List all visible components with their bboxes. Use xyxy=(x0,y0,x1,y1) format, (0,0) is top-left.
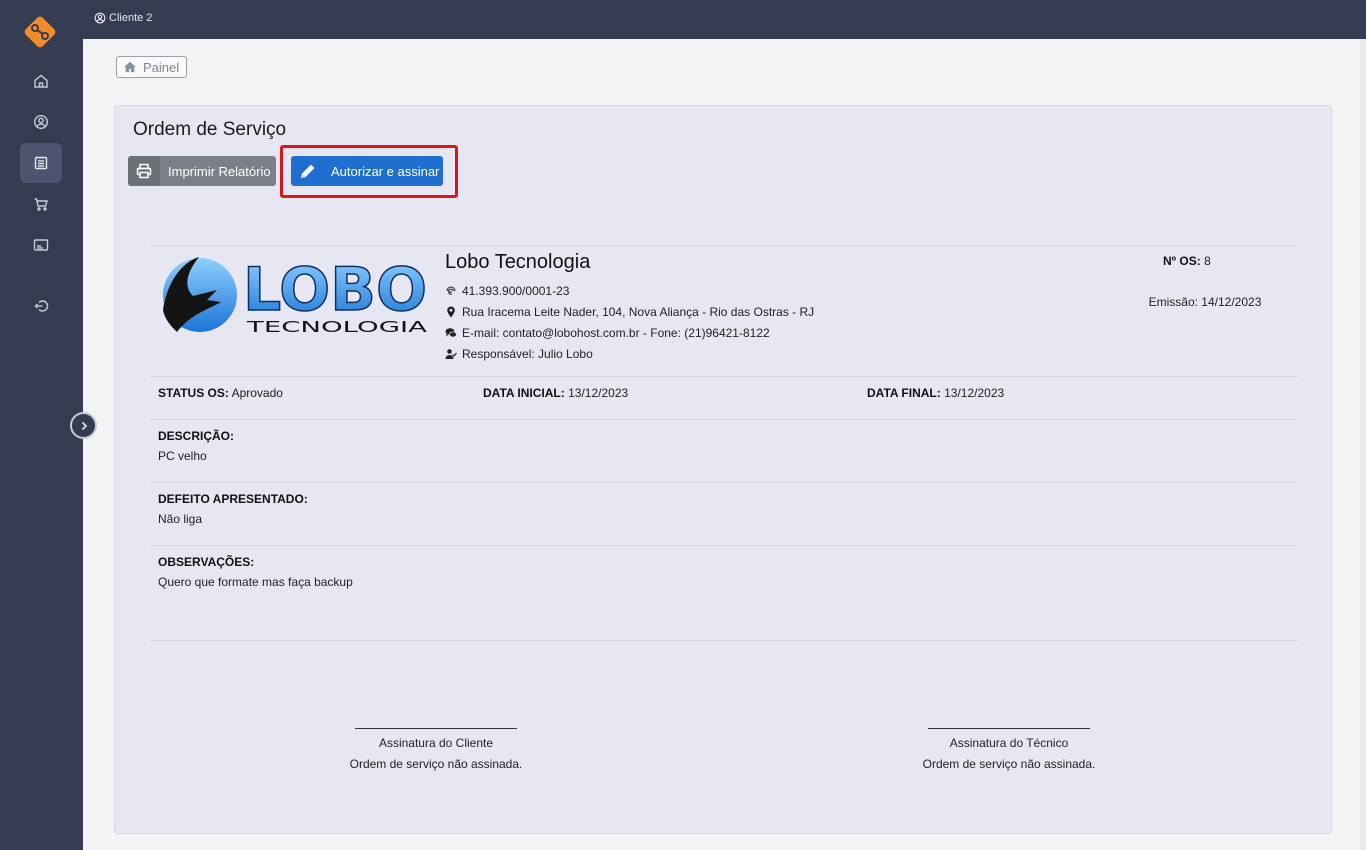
os-start-date: DATA INICIAL: 13/12/2023 xyxy=(483,386,629,400)
defect-value: Não liga xyxy=(158,512,203,526)
client-signature: Assinatura do Cliente Ordem de serviço n… xyxy=(336,728,536,778)
description-label: DESCRIÇÃO: xyxy=(158,429,235,443)
tech-signature: Assinatura do Técnico Ordem de serviço n… xyxy=(909,728,1109,778)
divider xyxy=(150,482,1297,483)
company-logo: LOBO TECNOLOGIA xyxy=(163,254,428,334)
defect-label: DEFEITO APRESENTADO: xyxy=(158,492,308,506)
description-section: DESCRIÇÃO: PC velho xyxy=(158,429,234,463)
os-emission: Emissão: 14/12/2023 xyxy=(1148,295,1262,309)
sidebar-toggle-button[interactable] xyxy=(70,412,97,439)
home-icon xyxy=(124,61,136,73)
os-number-block: Nº OS: 8 Emissão: 14/12/2023 xyxy=(1135,254,1275,309)
client-signature-status: Ordem de serviço não assinada. xyxy=(349,757,523,771)
user-circle-icon xyxy=(94,12,106,24)
id-card-icon xyxy=(33,239,49,251)
user-menu[interactable]: Cliente 2 xyxy=(94,12,152,24)
notes-section: OBSERVAÇÕES: Quero que formate mas faça … xyxy=(158,555,353,589)
home-icon xyxy=(34,74,48,88)
defect-section: DEFEITO APRESENTADO: Não liga xyxy=(158,492,308,526)
page-scrollbar[interactable] xyxy=(1360,39,1366,850)
user-name: Cliente 2 xyxy=(109,12,153,24)
service-order-card: Ordem de Serviço Imprimir Relatório Auto… xyxy=(114,105,1332,834)
nav-profile[interactable] xyxy=(20,102,62,142)
user-circle-icon xyxy=(33,114,49,130)
nav-orders[interactable] xyxy=(20,143,62,183)
signature-line xyxy=(355,728,517,729)
company-contact: E-mail: contato@lobohost.com.br - Fone: … xyxy=(445,322,814,343)
nav-logout[interactable] xyxy=(20,286,62,326)
os-status: STATUS OS: Aprovado xyxy=(158,386,283,400)
print-report-label: Imprimir Relatório xyxy=(168,163,271,179)
breadcrumb-label: Painel xyxy=(143,59,180,75)
logo-sub-text: TECNOLOGIA xyxy=(245,318,428,334)
nav-home[interactable] xyxy=(20,61,62,101)
print-report-button[interactable]: Imprimir Relatório xyxy=(128,156,276,186)
nav-cart[interactable] xyxy=(20,184,62,224)
printer-icon xyxy=(128,156,160,186)
description-value: PC velho xyxy=(158,449,207,463)
user-check-icon xyxy=(445,348,457,359)
topbar: Cliente 2 xyxy=(83,0,1366,39)
company-address: Rua Iracema Leite Nader, 104, Nova Alian… xyxy=(445,301,814,322)
company-name: Lobo Tecnologia xyxy=(445,251,591,273)
app-logo-icon[interactable] xyxy=(23,15,57,49)
notes-label: OBSERVAÇÕES: xyxy=(158,555,255,569)
breadcrumb[interactable]: Painel xyxy=(116,56,188,78)
tech-signature-label: Assinatura do Técnico xyxy=(949,736,1069,750)
divider xyxy=(150,419,1297,420)
pencil-icon xyxy=(291,156,325,186)
company-cnpj: 41.393.900/0001-23 xyxy=(445,280,814,301)
logo-main-text: LOBO xyxy=(243,255,427,325)
divider xyxy=(150,640,1297,641)
authorize-sign-button[interactable]: Autorizar e assinar xyxy=(291,156,443,186)
divider xyxy=(150,545,1297,546)
company-responsible: Responsável: Julio Lobo xyxy=(445,343,814,364)
company-info: Lobo Tecnologia 41.393.900/0001-23 Rua I… xyxy=(445,251,814,364)
client-signature-label: Assinatura do Cliente xyxy=(378,736,494,750)
logout-icon xyxy=(34,300,49,312)
notes-value: Quero que formate mas faça backup xyxy=(158,575,353,589)
os-end-date: DATA FINAL: 13/12/2023 xyxy=(867,386,1005,400)
signature-line xyxy=(928,728,1090,729)
map-pin-icon xyxy=(447,306,455,317)
divider xyxy=(150,376,1297,377)
fingerprint-icon xyxy=(446,286,456,295)
page-title: Ordem de Serviço xyxy=(133,119,287,140)
nav-card[interactable] xyxy=(20,225,62,265)
authorize-sign-label: Autorizar e assinar xyxy=(331,163,440,179)
chevron-right-icon xyxy=(81,421,87,430)
list-document-icon xyxy=(34,156,48,170)
divider xyxy=(150,245,1297,246)
os-number: Nº OS: 8 xyxy=(1163,254,1211,268)
cart-icon xyxy=(34,198,48,211)
chat-bubbles-icon xyxy=(445,327,457,337)
tech-signature-status: Ordem de serviço não assinada. xyxy=(922,757,1096,771)
